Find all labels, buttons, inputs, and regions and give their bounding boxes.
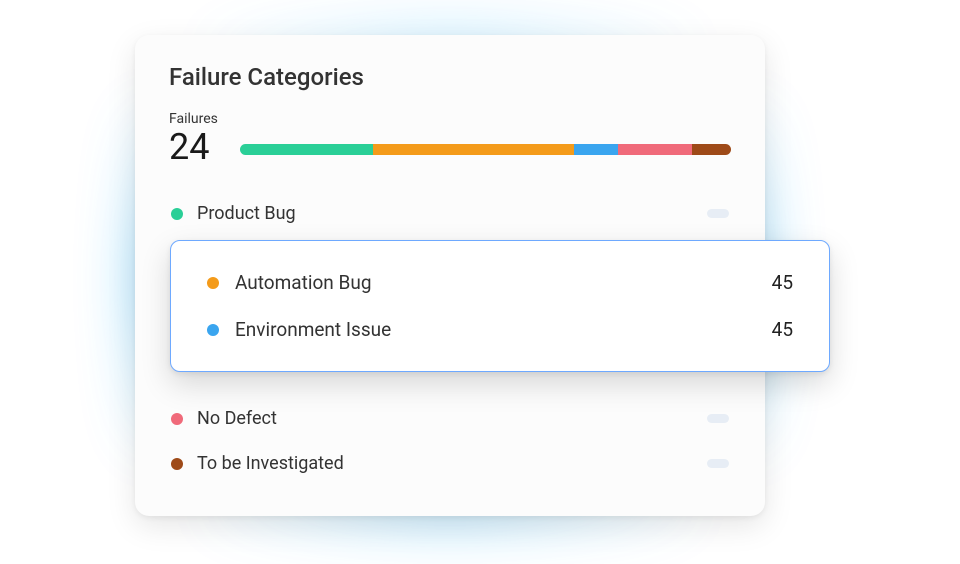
bar-segment (240, 144, 373, 155)
popout-card: Automation Bug 45 Environment Issue 45 (170, 240, 830, 372)
bar-segment (692, 144, 731, 155)
summary-value: 24 (169, 129, 218, 165)
value-placeholder-pill (707, 209, 729, 218)
bar-segment (618, 144, 692, 155)
category-row-no-defect[interactable]: No Defect (169, 396, 731, 441)
category-row-product-bug[interactable]: Product Bug (169, 191, 731, 236)
summary-label: Failures (169, 111, 218, 127)
popout-value: 45 (772, 318, 793, 341)
dot-icon (207, 277, 219, 289)
popout-label: Automation Bug (235, 271, 756, 294)
bar-segment (574, 144, 618, 155)
category-label: To be Investigated (197, 453, 693, 474)
failure-distribution-bar (240, 144, 731, 155)
bar-segment (373, 144, 574, 155)
value-placeholder-pill (707, 414, 729, 423)
card-title: Failure Categories (169, 63, 731, 91)
dot-icon (207, 324, 219, 336)
value-placeholder-pill (707, 459, 729, 468)
popout-label: Environment Issue (235, 318, 756, 341)
popout-value: 45 (772, 271, 793, 294)
dot-icon (171, 208, 183, 220)
summary-row: Failures 24 (169, 111, 731, 165)
category-label: Product Bug (197, 203, 693, 224)
dot-icon (171, 458, 183, 470)
popout-row-environment-issue[interactable]: Environment Issue 45 (205, 306, 795, 353)
dot-icon (171, 413, 183, 425)
category-row-to-be-investigated[interactable]: To be Investigated (169, 441, 731, 486)
summary-column: Failures 24 (169, 111, 218, 165)
popout-row-automation-bug[interactable]: Automation Bug 45 (205, 259, 795, 306)
category-label: No Defect (197, 408, 693, 429)
